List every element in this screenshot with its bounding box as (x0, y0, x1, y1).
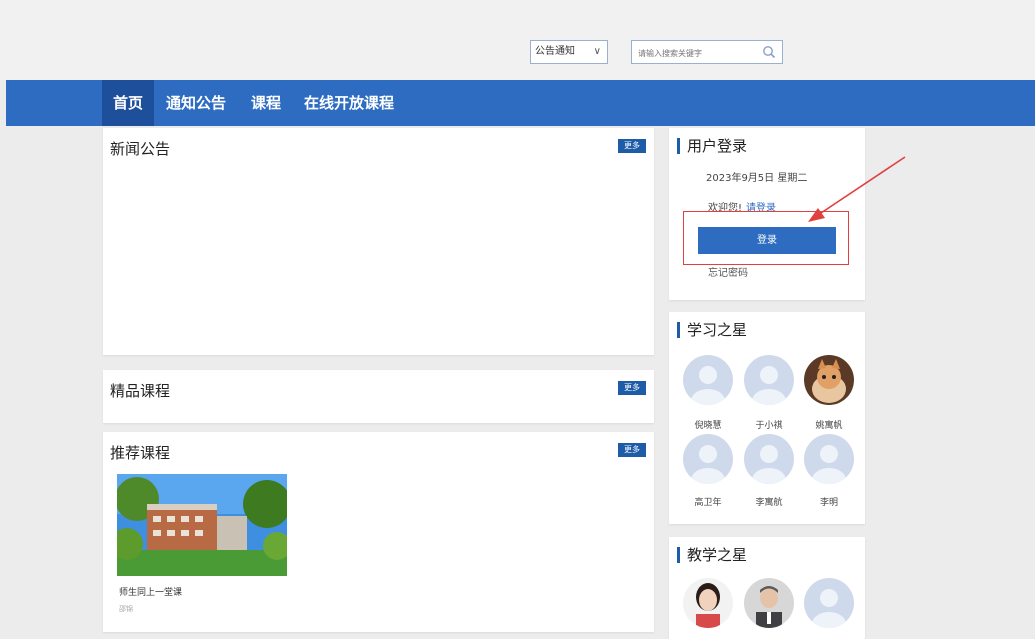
current-date: 2023年9月5日 星期二 (706, 173, 808, 184)
search-icon[interactable] (762, 44, 776, 63)
panel-title: 用户登录 (677, 138, 747, 154)
category-select[interactable]: 公告通知 ∨ (530, 40, 608, 64)
avatar-name: 于小祺 (755, 421, 783, 431)
more-button[interactable]: 更多 (618, 443, 646, 457)
panel-title: 新闻公告 (110, 140, 171, 158)
nav-item-label: 通知公告 (166, 94, 227, 112)
more-button[interactable]: 更多 (618, 139, 646, 153)
panel-title: 教学之星 (677, 547, 747, 563)
avatar[interactable] (683, 578, 733, 628)
more-button[interactable]: 更多 (618, 381, 646, 395)
avatar[interactable] (744, 355, 794, 405)
course-thumbnail[interactable] (117, 474, 287, 576)
nav-item-label: 课程 (251, 94, 282, 112)
avatar-name: 姚寓帆 (815, 421, 843, 431)
study-stars-panel: 学习之星 倪晓慧 于小祺 姚寓帆 高卫年 李寓航 李明 (669, 312, 865, 524)
course-name[interactable]: 师生同上一堂课 (119, 585, 182, 598)
avatar[interactable] (804, 434, 854, 484)
chevron-down-icon: ∨ (593, 46, 601, 57)
nav-item-courses[interactable]: 课程 (251, 80, 281, 126)
news-panel: 新闻公告 更多 (103, 128, 654, 355)
main-nav: 首页 通知公告 课程 在线开放课程 (6, 80, 1035, 126)
nav-item-label: 在线开放课程 (304, 94, 395, 112)
avatar[interactable] (744, 434, 794, 484)
avatar-name: 高卫年 (694, 498, 722, 508)
avatar[interactable] (744, 578, 794, 628)
avatar[interactable] (683, 355, 733, 405)
annotation-highlight-box (683, 211, 849, 265)
teaching-stars-panel: 教学之星 (669, 537, 865, 639)
category-select-value: 公告通知 (535, 46, 575, 57)
nav-item-home[interactable]: 首页 (102, 80, 154, 126)
recommended-courses-panel: 推荐课程 更多 师生同上一堂课 邵锦 (103, 432, 654, 632)
forgot-password-link[interactable]: 忘记密码 (708, 264, 748, 279)
avatar[interactable] (804, 355, 854, 405)
nav-item-label: 首页 (112, 94, 143, 112)
avatar[interactable] (804, 578, 854, 628)
avatar[interactable] (683, 434, 733, 484)
nav-item-open-courses[interactable]: 在线开放课程 (304, 80, 394, 126)
course-teacher: 邵锦 (119, 605, 133, 613)
nav-item-notices[interactable]: 通知公告 (166, 80, 226, 126)
search-box[interactable] (631, 40, 783, 65)
avatar-name: 李明 (819, 498, 838, 508)
featured-courses-panel: 精品课程 更多 (103, 370, 654, 423)
panel-title: 精品课程 (110, 382, 171, 400)
avatar-name: 倪晓慧 (694, 421, 722, 431)
avatar-name: 李寓航 (755, 498, 783, 508)
top-bar: 公告通知 ∨ (0, 0, 1035, 80)
panel-title: 推荐课程 (110, 444, 171, 462)
search-input[interactable] (632, 42, 758, 65)
panel-title: 学习之星 (677, 322, 747, 338)
